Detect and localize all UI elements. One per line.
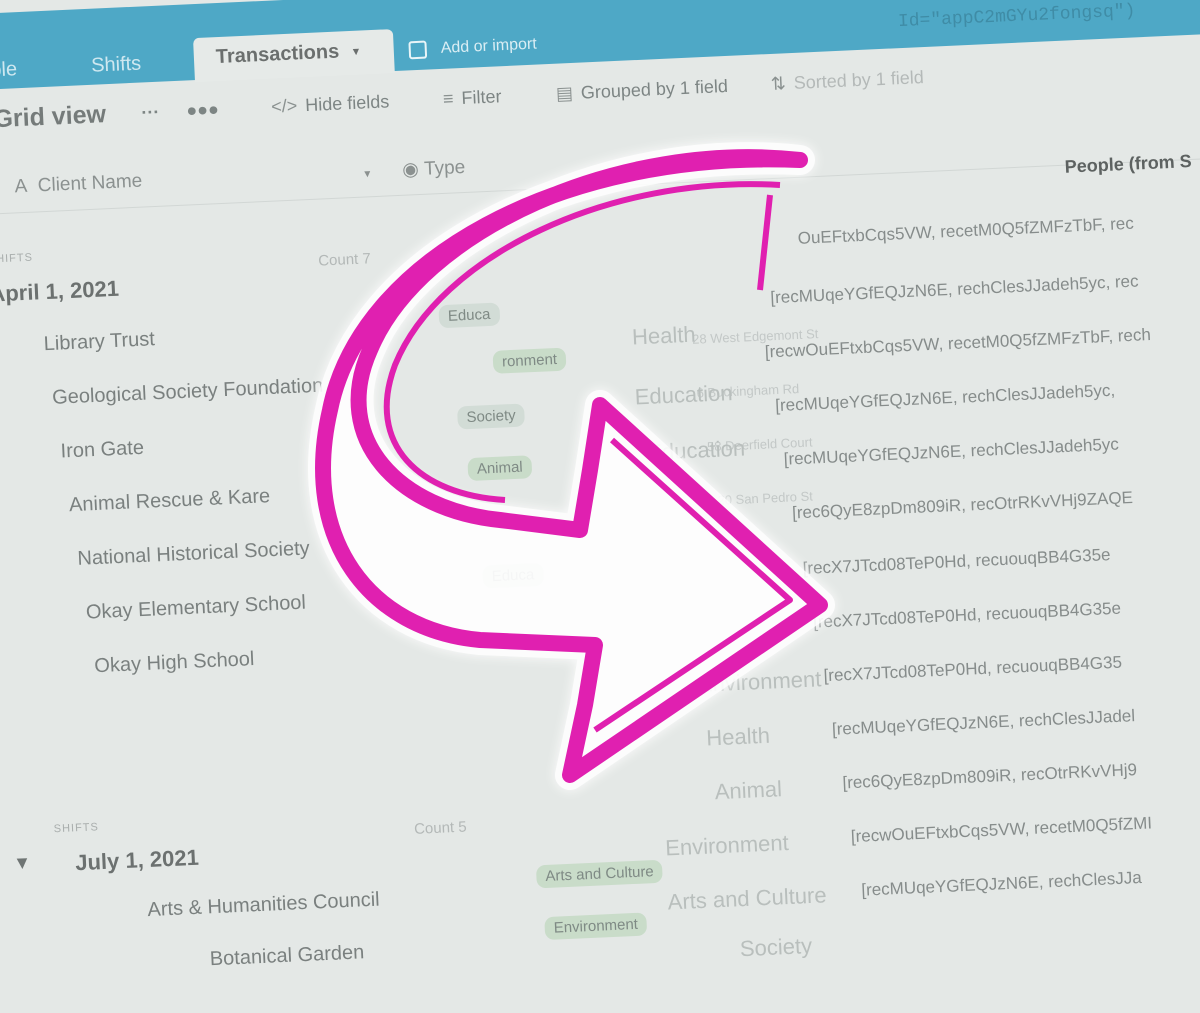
- curved-arrow-icon: [308, 142, 835, 790]
- type-tag: Environment: [544, 912, 648, 941]
- row-client-name[interactable]: Botanical Garden: [209, 941, 364, 971]
- ghost-type: Society: [739, 932, 813, 962]
